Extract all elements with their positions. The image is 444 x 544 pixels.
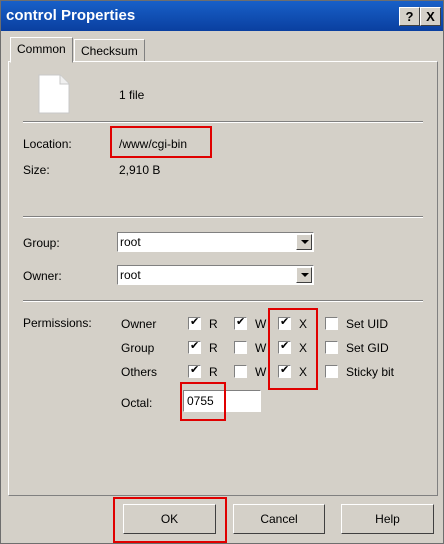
- set-uid-label: Set UID: [346, 317, 389, 331]
- owner-select-value: root: [120, 268, 141, 282]
- separator: [23, 216, 423, 218]
- execute-column-highlight: [268, 308, 318, 390]
- separator: [23, 300, 423, 302]
- others-execute-checkbox[interactable]: [278, 363, 291, 378]
- location-label: Location:: [23, 137, 72, 151]
- permissions-label: Permissions:: [23, 316, 92, 330]
- octal-input[interactable]: 0755: [183, 390, 261, 412]
- set-gid-label: Set GID: [346, 341, 389, 355]
- perm-row-owner-label: Owner: [121, 317, 157, 331]
- sticky-bit-checkbox[interactable]: [325, 365, 338, 378]
- common-tab-panel: 1 file Location: /www/cgi-bin Size: 2,91…: [8, 61, 438, 496]
- size-label: Size:: [23, 163, 50, 177]
- r-label: R: [209, 365, 218, 379]
- others-write-checkbox[interactable]: [234, 365, 247, 378]
- help-title-button[interactable]: ?: [399, 7, 420, 26]
- title-bar[interactable]: control Properties ? X: [1, 1, 443, 31]
- owner-execute-checkbox[interactable]: [278, 315, 291, 330]
- size-value: 2,910 B: [119, 163, 161, 177]
- tab-common[interactable]: Common: [10, 37, 73, 63]
- x-label: X: [299, 317, 308, 331]
- file-count: 1 file: [119, 88, 145, 102]
- owner-read-checkbox[interactable]: [188, 315, 201, 330]
- w-label: W: [255, 341, 267, 355]
- r-label: R: [209, 317, 218, 331]
- chevron-down-icon[interactable]: [296, 234, 312, 250]
- location-value: /www/cgi-bin: [119, 137, 188, 151]
- set-uid-checkbox[interactable]: [325, 317, 338, 330]
- x-label: X: [299, 365, 308, 379]
- perm-row-others-label: Others: [121, 365, 158, 379]
- others-read-checkbox[interactable]: [188, 363, 201, 378]
- octal-label: Octal:: [121, 396, 153, 410]
- cancel-button[interactable]: Cancel: [233, 504, 325, 534]
- group-write-checkbox[interactable]: [234, 341, 247, 354]
- group-execute-checkbox[interactable]: [278, 339, 291, 354]
- owner-select[interactable]: root: [117, 265, 314, 285]
- properties-dialog: control Properties ? X Common Checksum 1…: [0, 0, 444, 544]
- group-label: Group:: [23, 236, 60, 250]
- r-label: R: [209, 341, 218, 355]
- owner-write-checkbox[interactable]: [234, 315, 247, 330]
- octal-value: 0755: [187, 394, 214, 408]
- window-title: control Properties: [6, 7, 136, 24]
- file-icon: [38, 74, 70, 114]
- set-gid-checkbox[interactable]: [325, 341, 338, 354]
- group-select-value: root: [120, 235, 141, 249]
- sticky-bit-label: Sticky bit: [346, 365, 395, 379]
- w-label: W: [255, 365, 267, 379]
- ok-button[interactable]: OK: [123, 504, 216, 534]
- close-title-button[interactable]: X: [420, 7, 441, 26]
- chevron-down-icon[interactable]: [296, 267, 312, 283]
- help-button[interactable]: Help: [341, 504, 434, 534]
- separator: [23, 121, 423, 123]
- perm-row-group-label: Group: [121, 341, 155, 355]
- w-label: W: [255, 317, 267, 331]
- group-select[interactable]: root: [117, 232, 314, 252]
- x-label: X: [299, 341, 308, 355]
- group-read-checkbox[interactable]: [188, 339, 201, 354]
- tab-checksum[interactable]: Checksum: [74, 39, 145, 63]
- owner-label: Owner:: [23, 269, 62, 283]
